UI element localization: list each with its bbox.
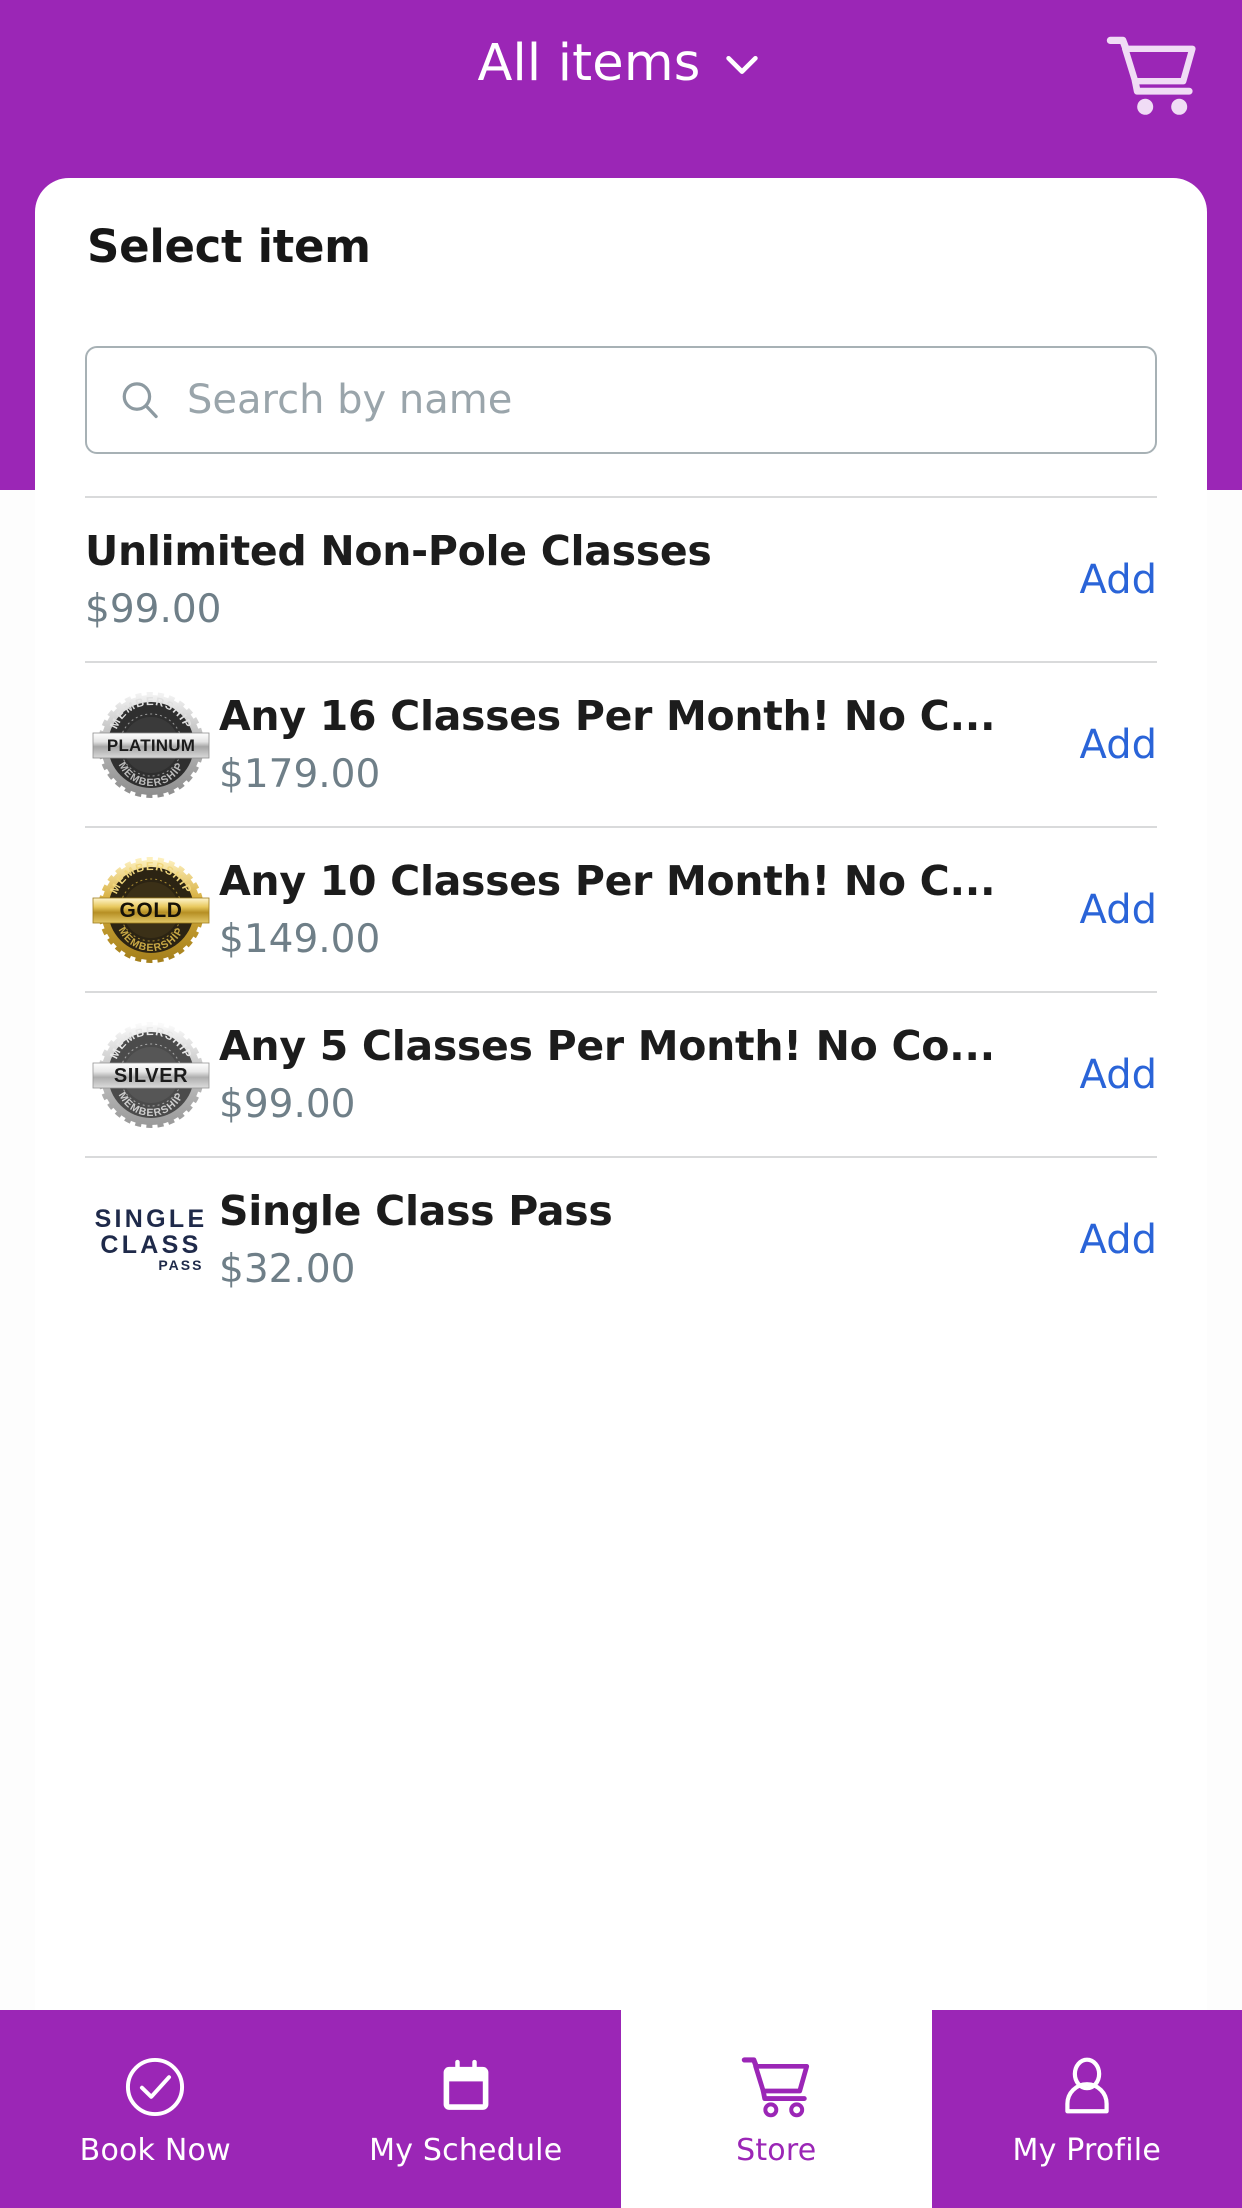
person-icon [1065,2057,1109,2114]
list-item[interactable]: SINGLE CLASS PASS Single Class Pass $32.… [85,1158,1157,1321]
check-circle-icon [126,2057,185,2117]
items-filter-dropdown[interactable]: All items [0,38,1242,89]
item-name: Single Class Pass [219,1187,613,1236]
add-button[interactable]: Add [1070,1217,1157,1263]
cart-button[interactable] [1104,28,1200,124]
item-price: $32.00 [219,1246,356,1292]
item-info: Any 5 Classes Per Month! No Co... $99.00 [219,1022,1070,1126]
logo-line-1: SINGLE [94,1204,208,1233]
nav-label: Book Now [79,2133,231,2168]
item-price: $99.00 [85,586,222,632]
nav-tab-book-now[interactable]: Book Now [0,2010,311,2208]
svg-text:PLATINUM: PLATINUM [107,736,195,755]
chevron-down-icon [725,55,758,74]
nav-tab-my-schedule[interactable]: My Schedule [310,2010,621,2208]
nav-label: Store [736,2133,817,2168]
list-item[interactable]: MEMBERSHIP MEMBERSHIP SILVER Any 5 Class… [85,993,1157,1156]
item-name: Any 5 Classes Per Month! No Co... [219,1022,995,1071]
logo-line-2: CLASS [100,1231,202,1260]
nav-tab-my-profile[interactable]: My Profile [931,2010,1242,2208]
add-button[interactable]: Add [1070,1052,1157,1098]
shopping-cart-icon [742,2057,810,2118]
item-thumbnail: MEMBERSHIP MEMBERSHIP PLATINUM [85,686,217,804]
nav-label: My Profile [1012,2133,1161,2168]
list-item[interactable]: MEMBERSHIP MEMBERSHIP GOLD Any 10 Classe… [85,828,1157,991]
search-field[interactable] [85,346,1157,454]
calendar-icon [443,2059,489,2110]
list-item[interactable]: Unlimited Non-Pole Classes $99.00 Add [85,498,1157,661]
add-button[interactable]: Add [1070,557,1157,603]
bottom-navigation: Book Now My Schedule Store My Profile [0,2010,1242,2208]
search-input[interactable] [185,376,1125,424]
list-item[interactable]: MEMBERSHIP MEMBERSHIP PLATINUM Any 16 Cl… [85,663,1157,826]
single-class-pass-logo-icon: SINGLE CLASS PASS [95,1206,208,1273]
svg-text:GOLD: GOLD [119,899,182,922]
shopping-cart-icon [1106,36,1196,115]
select-item-sheet: Select item Unlimited Non-Pole Classes $… [35,178,1207,2010]
svg-text:SILVER: SILVER [114,1065,188,1087]
add-button[interactable]: Add [1070,722,1157,768]
item-list: Unlimited Non-Pole Classes $99.00 Add ME… [85,496,1157,1321]
item-name: Any 10 Classes Per Month! No C... [219,857,996,906]
item-thumbnail: MEMBERSHIP MEMBERSHIP GOLD [85,851,217,969]
logo-line-3: PASS [158,1257,204,1274]
item-name: Unlimited Non-Pole Classes [85,527,712,576]
item-price: $99.00 [219,1081,356,1127]
item-info: Any 10 Classes Per Month! No C... $149.0… [219,857,1070,961]
silver-membership-badge-icon: MEMBERSHIP MEMBERSHIP SILVER [92,1021,210,1128]
item-info: Unlimited Non-Pole Classes $99.00 [85,527,1070,631]
item-price: $179.00 [219,751,381,797]
item-price: $149.00 [219,916,381,962]
item-thumbnail: SINGLE CLASS PASS [85,1181,217,1299]
item-name: Any 16 Classes Per Month! No C... [219,692,996,741]
platinum-membership-badge-icon: MEMBERSHIP MEMBERSHIP PLATINUM [92,691,210,798]
page-title: All items [477,34,701,93]
add-button[interactable]: Add [1070,887,1157,933]
item-info: Single Class Pass $32.00 [219,1187,1070,1291]
gold-membership-badge-icon: MEMBERSHIP MEMBERSHIP GOLD [92,856,210,963]
search-icon [122,382,158,419]
sheet-title: Select item [87,220,371,273]
nav-label: My Schedule [369,2133,563,2168]
item-thumbnail: MEMBERSHIP MEMBERSHIP SILVER [85,1016,217,1134]
app-root: All items Select item Search by name Unl… [0,0,1242,2208]
item-info: Any 16 Classes Per Month! No C... $179.0… [219,692,1070,796]
nav-tab-store[interactable]: Store [621,2010,932,2208]
top-app-bar: All items [0,0,1242,178]
